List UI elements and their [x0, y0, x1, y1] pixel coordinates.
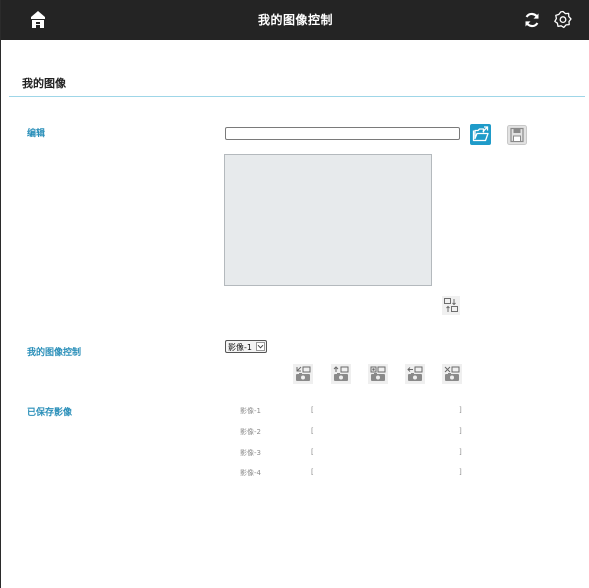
gear-icon[interactable]	[553, 10, 573, 30]
image-control-label: 我的图像控制	[27, 348, 82, 358]
saved-images-label: 已保存影像	[27, 408, 73, 418]
chevron-down-icon[interactable]	[256, 342, 265, 351]
saved-image-bracket-close: ]	[459, 448, 462, 456]
saved-image-bracket-open: [	[311, 468, 314, 476]
image-action-2-icon[interactable]	[331, 364, 351, 384]
saved-image-bracket-close: ]	[459, 406, 462, 414]
image-select[interactable]: 影像-1	[225, 340, 267, 353]
app-title: 我的图像控制	[257, 13, 333, 27]
saved-image-row[interactable]: 影像-2 [ ]	[240, 427, 480, 439]
saved-image-name: 影像-1	[240, 407, 261, 415]
saved-image-bracket-open: [	[311, 406, 314, 414]
image-action-4-icon[interactable]	[405, 364, 425, 384]
saved-image-bracket-open: [	[311, 448, 314, 456]
title-divider	[9, 96, 585, 97]
image-delete-icon[interactable]	[442, 364, 462, 384]
image-action-3-icon[interactable]	[368, 364, 388, 384]
saved-image-row[interactable]: 影像-3 [ ]	[240, 448, 480, 460]
image-path-input[interactable]	[225, 127, 460, 140]
saved-image-bracket-close: ]	[459, 468, 462, 476]
saved-image-row[interactable]: 影像-1 [ ]	[240, 406, 480, 418]
saved-image-name: 影像-2	[240, 428, 261, 436]
saved-image-row[interactable]: 影像-4 [ ]	[240, 468, 480, 480]
refresh-icon[interactable]	[522, 10, 542, 30]
saved-image-name: 影像-3	[240, 449, 261, 457]
image-select-value: 影像-1	[228, 343, 252, 352]
app-frame: 我的图像控制 我的图像 编辑 我的图像控制 影像-1 已保存影像 影像-1 […	[0, 0, 589, 588]
image-preview	[224, 154, 432, 286]
saved-image-bracket-close: ]	[459, 427, 462, 435]
open-folder-icon[interactable]	[470, 124, 491, 145]
top-bar: 我的图像控制	[1, 0, 589, 40]
save-disk-icon[interactable]	[507, 125, 527, 145]
saved-image-bracket-open: [	[311, 427, 314, 435]
edit-label: 编辑	[27, 129, 46, 139]
swap-image-icon[interactable]	[442, 296, 460, 315]
saved-image-name: 影像-4	[240, 469, 261, 477]
image-action-1-icon[interactable]	[293, 364, 313, 384]
page-title: 我的图像	[22, 77, 66, 90]
